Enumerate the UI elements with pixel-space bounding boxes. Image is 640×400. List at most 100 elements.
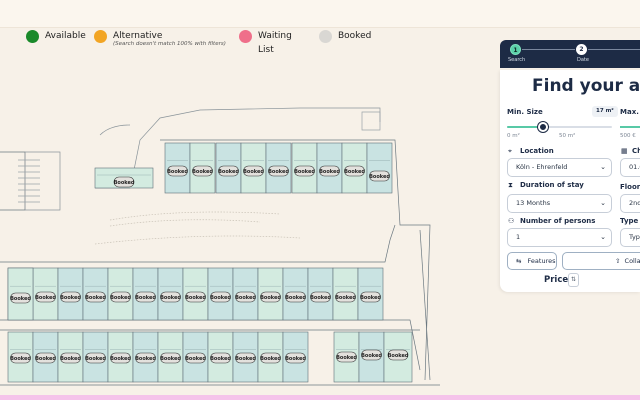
features-icon: ⇆ xyxy=(516,257,522,265)
booked-badge-label: Booked xyxy=(60,295,81,301)
collapse-button-label: Colla xyxy=(624,257,640,265)
floor-plan: Booked Booked Booked Booked Booked Booked Book… xyxy=(0,107,440,386)
persons-icon: ⚇ xyxy=(508,217,515,225)
checkin-value: 01.0 xyxy=(629,163,640,171)
booked-badge-label: Booked xyxy=(10,296,31,302)
booked-badge-label: Booked xyxy=(360,295,381,301)
min-size-label: Min. Size xyxy=(507,108,543,116)
legend-alternative: Alternative (Search doesn't match 100% w… xyxy=(94,29,226,47)
booked-dot-icon xyxy=(319,30,332,43)
booked-badge-label: Booked xyxy=(110,295,131,301)
booked-badge-label: Booked xyxy=(160,295,181,301)
booked-badge-label: Booked xyxy=(85,356,106,362)
legend-waiting: Waiting List xyxy=(239,29,292,57)
step-2-label: Date xyxy=(577,57,589,63)
booked-badge-label: Booked xyxy=(310,295,331,301)
location-pin-icon: ⌖ xyxy=(508,147,512,155)
duration-select[interactable]: 13 Months ⌄ xyxy=(507,194,612,213)
booked-badge-label: Booked xyxy=(335,295,356,301)
booked-badge-label: Booked xyxy=(185,295,206,301)
booked-badge-label: Booked xyxy=(361,353,382,359)
legend-booked: Booked xyxy=(319,29,371,43)
location-select[interactable]: Köln - Ehrenfeld ⌄ xyxy=(507,158,612,177)
features-button[interactable]: ⇆ Features xyxy=(507,252,557,270)
booked-badge-label: Booked xyxy=(369,174,390,180)
persons-value: 1 xyxy=(516,233,521,241)
floor-select[interactable]: 2nd xyxy=(620,194,640,213)
booked-badge-label: Booked xyxy=(235,356,256,362)
max-rent-label: Max. R xyxy=(620,108,640,116)
max-rent-slider-track[interactable] xyxy=(620,126,640,128)
available-dot-icon xyxy=(26,30,39,43)
location-value: Köln - Ehrenfeld xyxy=(516,163,568,171)
booked-badge-label: Booked xyxy=(167,169,188,175)
type-value: Typ xyxy=(629,233,640,241)
booked-badge-label: Booked xyxy=(110,356,131,362)
bottom-bar xyxy=(0,395,640,400)
floor-value: 2nd xyxy=(629,199,640,207)
booked-badge-label: Booked xyxy=(344,169,365,175)
persons-label: Number of persons xyxy=(520,217,596,225)
booked-badge-label: Booked xyxy=(192,169,213,175)
booked-badge-label: Booked xyxy=(388,353,409,359)
calendar-icon: ▦ xyxy=(621,147,628,155)
step-2-indicator[interactable]: 2 xyxy=(576,44,587,55)
duration-value: 13 Months xyxy=(516,199,551,207)
booked-badge-label: Booked xyxy=(218,169,239,175)
step-connector-2 xyxy=(588,49,640,50)
booked-badge-label: Booked xyxy=(285,295,306,301)
step-1-indicator[interactable]: 1 xyxy=(510,44,521,55)
features-button-label: Features xyxy=(527,257,556,265)
booked-badge-label: Booked xyxy=(35,356,56,362)
booked-badge-label: Booked xyxy=(114,180,135,186)
checkin-label: Ch xyxy=(632,147,640,155)
min-size-value-badge: 17 m² xyxy=(592,106,618,117)
booked-badge-label: Booked xyxy=(210,295,231,301)
booked-badge-label: Booked xyxy=(243,169,264,175)
booked-badge-label: Booked xyxy=(285,356,306,362)
duration-label: Duration of stay xyxy=(520,181,584,189)
booked-badge-label: Booked xyxy=(35,295,56,301)
booked-badge-label: Booked xyxy=(10,356,31,362)
min-size-slider-handle[interactable] xyxy=(537,122,548,132)
booked-badge-label: Booked xyxy=(185,356,206,362)
min-size-slider-track[interactable] xyxy=(507,126,612,128)
booked-badge-label: Booked xyxy=(260,356,281,362)
booking-stepper: 1 Search 2 Date xyxy=(500,40,640,68)
booked-badge-label: Booked xyxy=(60,356,81,362)
duration-icon: ⧗ xyxy=(508,181,513,189)
collapse-icon: ⇧ xyxy=(615,257,621,265)
booked-badge-label: Booked xyxy=(135,295,156,301)
min-size-range-max: 50 m² xyxy=(559,133,576,139)
persons-select[interactable]: 1 ⌄ xyxy=(507,228,612,247)
type-label: Type / xyxy=(620,217,640,225)
step-1-label: Search xyxy=(508,57,526,63)
booked-badge-label: Booked xyxy=(85,295,106,301)
booked-badge-label: Booked xyxy=(260,295,281,301)
search-panel: Find your apa Min. Size 17 m² Max. R 0 m… xyxy=(500,70,640,292)
alternative-dot-icon xyxy=(94,30,107,43)
booked-badge-label: Booked xyxy=(336,355,357,361)
booked-badge-label: Booked xyxy=(160,356,181,362)
legend-available: Available xyxy=(26,29,86,43)
booked-badge-label: Booked xyxy=(210,356,231,362)
panel-title: Find your apa xyxy=(532,76,640,96)
collapse-button[interactable]: ⇧ Colla xyxy=(562,252,640,270)
type-select[interactable]: Typ xyxy=(620,228,640,247)
booked-badge-label: Booked xyxy=(235,295,256,301)
legend-alternative-note: (Search doesn't match 100% with filters) xyxy=(113,41,226,47)
booked-badge-label: Booked xyxy=(268,169,289,175)
chevron-down-icon: ⌄ xyxy=(600,163,606,171)
legend-waiting-label: Waiting List xyxy=(258,31,292,55)
checkin-select[interactable]: 01.0 xyxy=(620,158,640,177)
top-bar xyxy=(0,0,640,28)
apartment-unit[interactable] xyxy=(366,142,393,194)
step-connector xyxy=(522,49,575,50)
sort-icon[interactable]: ⇅ xyxy=(568,273,579,287)
booked-badge-label: Booked xyxy=(135,356,156,362)
floor-label: Floor xyxy=(620,183,640,191)
booked-badge-label: Booked xyxy=(319,169,340,175)
location-label: Location xyxy=(520,147,554,155)
legend-booked-label: Booked xyxy=(338,31,372,41)
min-size-range-min: 0 m² xyxy=(507,133,520,139)
